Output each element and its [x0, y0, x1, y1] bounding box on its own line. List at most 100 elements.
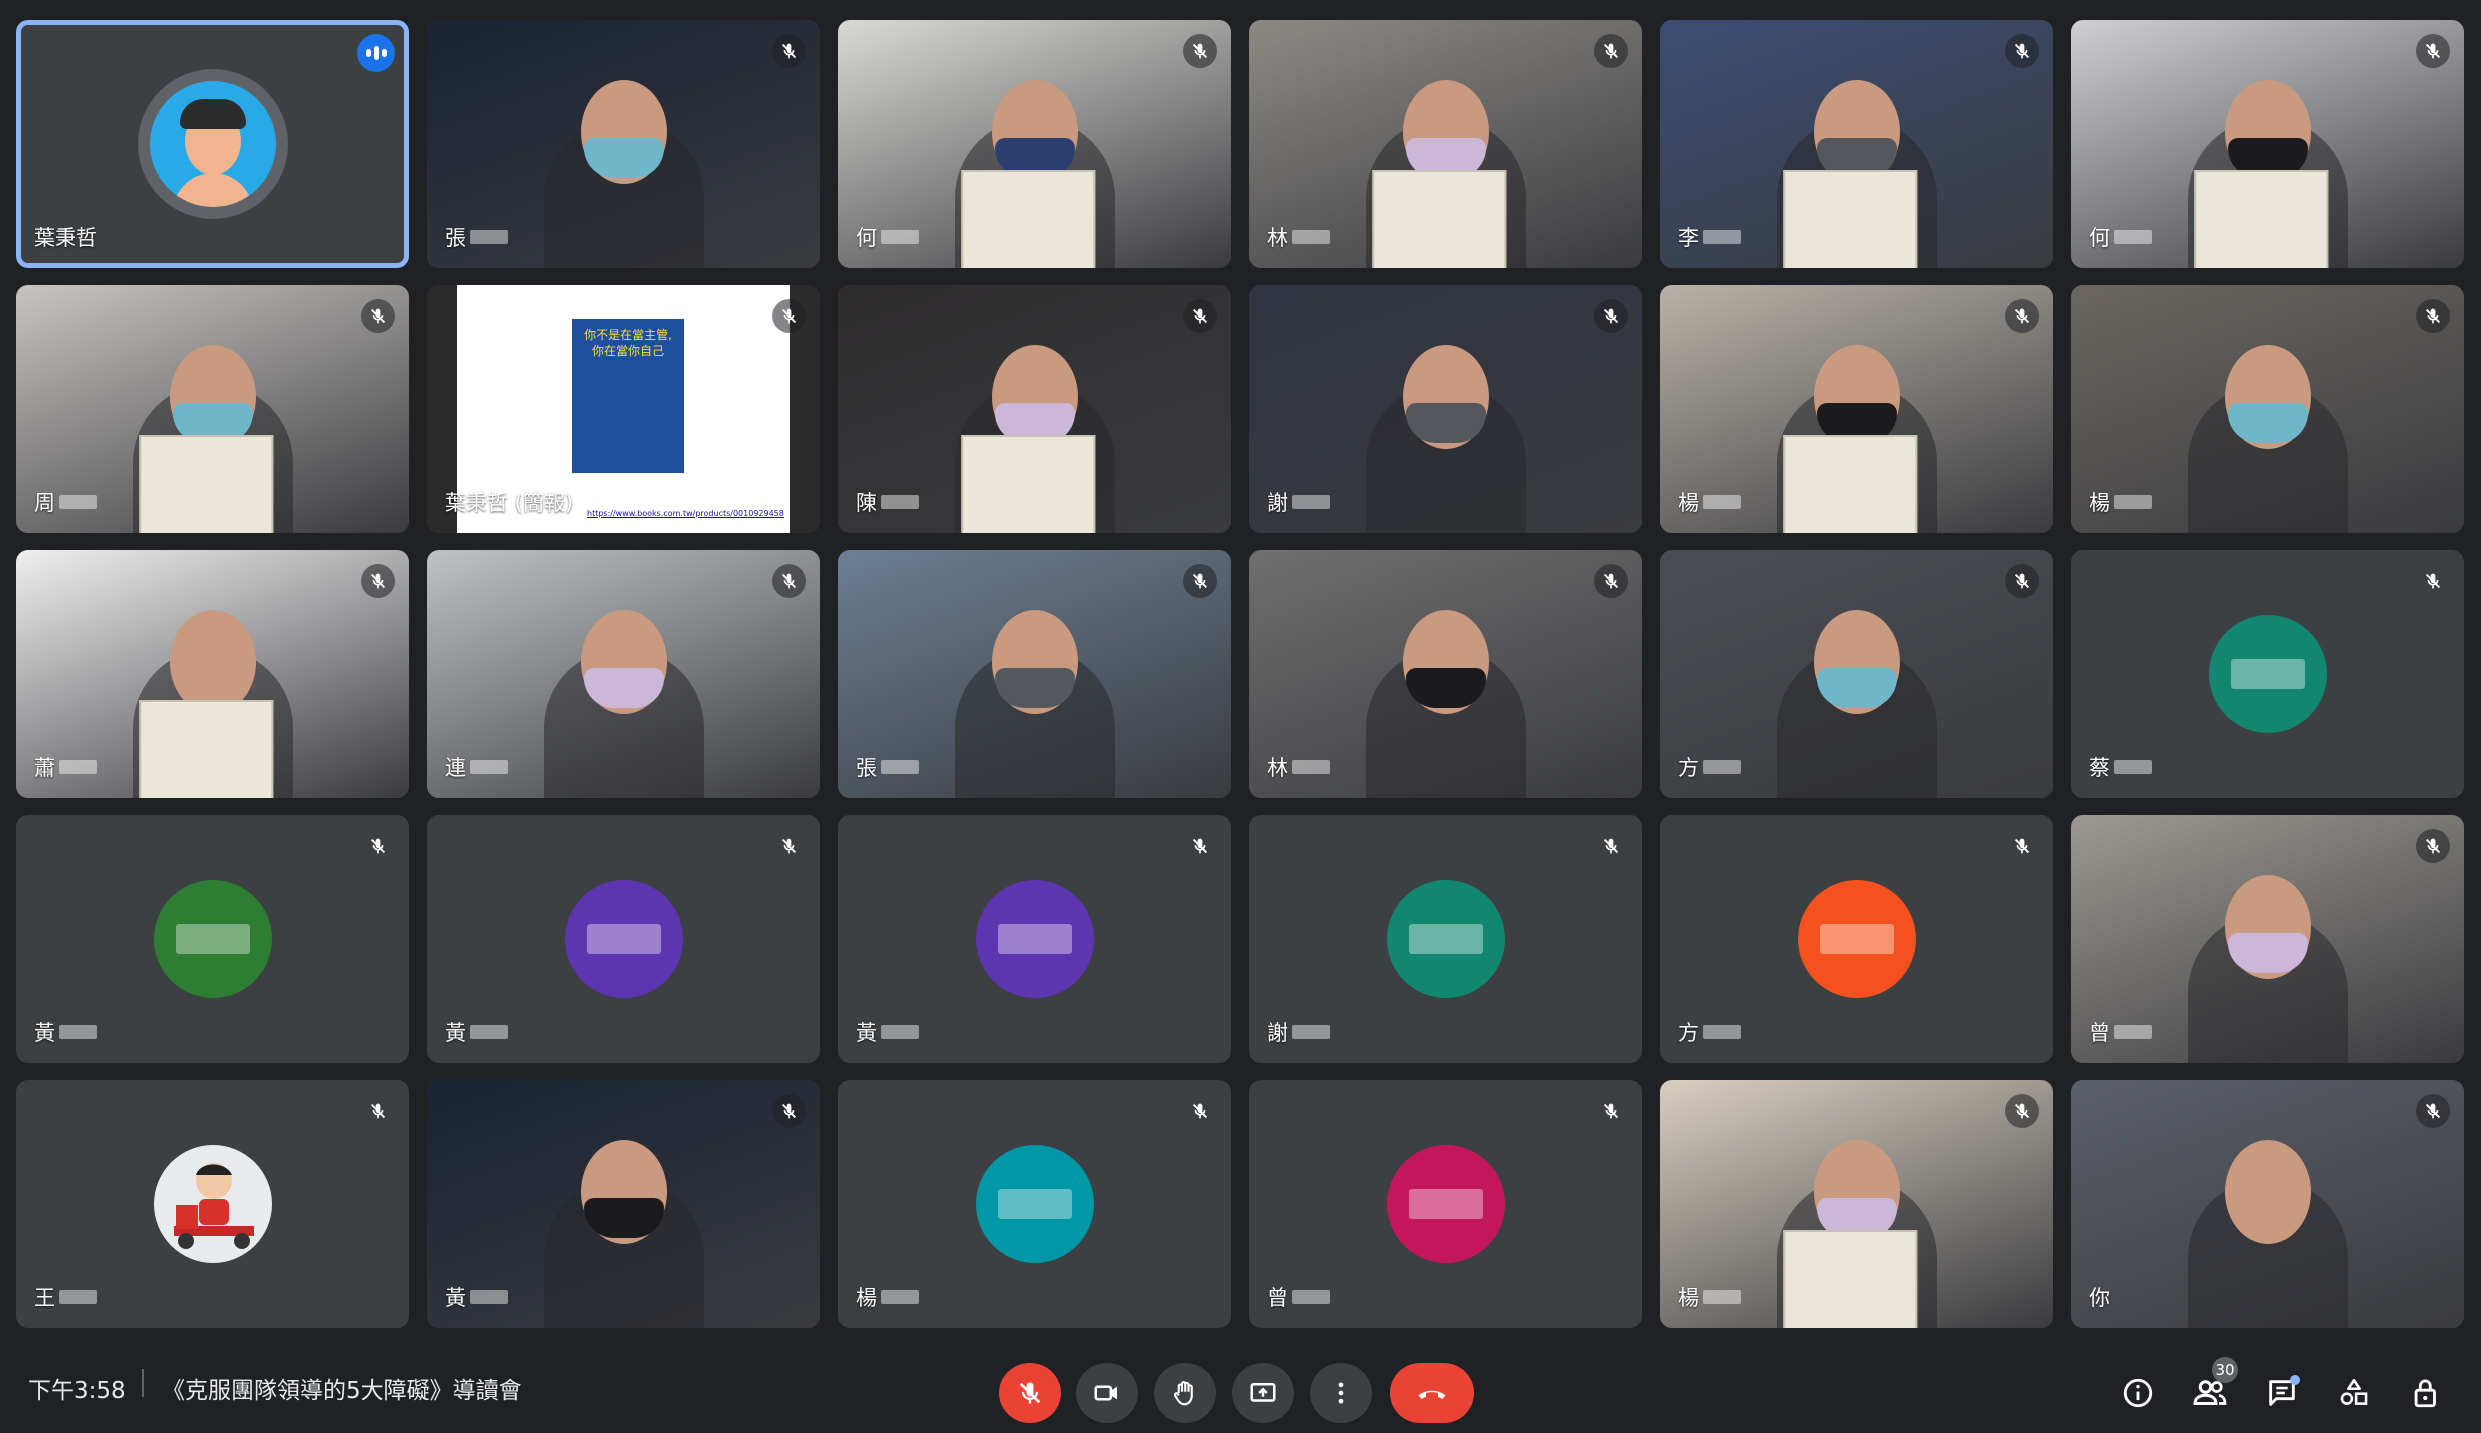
participant-tile[interactable]: 楊	[2071, 285, 2464, 533]
participant-tile[interactable]: 曾	[1249, 1080, 1642, 1328]
participant-count-badge: 30	[2212, 1357, 2238, 1383]
divider	[142, 1369, 144, 1397]
participant-name-text: 葉秉哲	[34, 226, 97, 250]
participant-tile[interactable]: 你	[2071, 1080, 2464, 1328]
mic-muted-icon	[1594, 829, 1628, 863]
book-url[interactable]: https://www.books.com.tw/products/001092…	[587, 509, 784, 518]
blurred-name	[470, 1025, 508, 1039]
participant-tile[interactable]: 何	[838, 20, 1231, 268]
participant-tile[interactable]: 周	[16, 285, 409, 533]
participant-name-text: 曾	[2089, 1021, 2110, 1045]
participant-tile[interactable]: 李	[1660, 20, 2053, 268]
blurred-name	[2114, 230, 2152, 244]
participant-name: 黃	[445, 1282, 508, 1312]
participant-name: 楊	[1678, 1282, 1741, 1312]
avatar	[1386, 1145, 1505, 1263]
book-held	[2193, 170, 2328, 268]
mic-muted-icon	[772, 829, 806, 863]
blurred-name	[59, 760, 97, 774]
participant-tile[interactable]: 方	[1660, 550, 2053, 798]
participant-tile[interactable]: 葉秉哲	[16, 20, 409, 268]
book-held	[138, 700, 273, 798]
participant-name-text: 何	[2089, 226, 2110, 250]
microphone-toggle-button[interactable]	[999, 1363, 1061, 1423]
participant-tile[interactable]: 林	[1249, 20, 1642, 268]
participant-tile[interactable]: 黃	[427, 815, 820, 1063]
more-options-button[interactable]	[1310, 1363, 1372, 1423]
end-call-button[interactable]	[1390, 1363, 1474, 1423]
end-call-icon	[1418, 1390, 1446, 1399]
participant-tile[interactable]: 謝	[1249, 815, 1642, 1063]
mic-muted-icon	[361, 564, 395, 598]
participant-tile[interactable]: 張	[427, 20, 820, 268]
participant-name-text: 楊	[2089, 491, 2110, 515]
raise-hand-button[interactable]	[1154, 1363, 1216, 1423]
blurred-name	[1292, 1290, 1330, 1304]
participant-tile[interactable]: 王	[16, 1080, 409, 1328]
blurred-name	[2114, 495, 2152, 509]
blurred-name	[1703, 495, 1741, 509]
face-mask	[583, 668, 664, 708]
participant-tile[interactable]: 林	[1249, 550, 1642, 798]
participant-face	[2224, 1140, 2311, 1244]
book-held	[138, 435, 273, 533]
participant-name-text: 李	[1678, 226, 1699, 250]
mic-muted-icon	[2416, 829, 2450, 863]
participant-tile[interactable]: 楊	[1660, 285, 2053, 533]
blurred-name	[59, 495, 97, 509]
mic-muted-icon	[1183, 1094, 1217, 1128]
book-held	[1371, 170, 1506, 268]
participant-tile[interactable]: 黃	[16, 815, 409, 1063]
participant-name-text: 謝	[1267, 491, 1288, 515]
face-mask	[1816, 668, 1897, 708]
avatar	[975, 880, 1094, 998]
participant-tile[interactable]: 楊	[1660, 1080, 2053, 1328]
participant-tile[interactable]: 楊	[838, 1080, 1231, 1328]
avatar-initials-blurred	[1408, 1189, 1483, 1219]
activities-button[interactable]	[2328, 1367, 2380, 1419]
participant-name: 蔡	[2089, 752, 2152, 782]
activities-icon	[2340, 1378, 2368, 1405]
lock-person-icon	[2414, 1379, 2436, 1408]
mic-muted-icon	[2416, 299, 2450, 333]
participant-name: 楊	[2089, 487, 2152, 517]
camera-toggle-button[interactable]	[1076, 1363, 1138, 1423]
blurred-name	[881, 760, 919, 774]
avatar	[153, 1145, 272, 1263]
blurred-name	[470, 230, 508, 244]
participant-tile[interactable]: 你不是在當主管, 你在當你自己 https://www.books.com.tw/…	[427, 285, 820, 533]
avatar	[153, 880, 272, 998]
avatar-initials-blurred	[1819, 924, 1894, 954]
meeting-title: 《克服團隊領導的5大障礙》導讀會	[162, 1378, 522, 1404]
participant-tile[interactable]: 張	[838, 550, 1231, 798]
participant-tile[interactable]: 何	[2071, 20, 2464, 268]
host-controls-button[interactable]	[2400, 1367, 2452, 1419]
participant-tile[interactable]: 陳	[838, 285, 1231, 533]
participant-tile[interactable]: 連	[427, 550, 820, 798]
blurred-name	[1292, 230, 1330, 244]
participant-name: 黃	[34, 1017, 97, 1047]
participant-name-text: 楊	[1678, 1286, 1699, 1310]
participant-tile[interactable]: 蕭	[16, 550, 409, 798]
meeting-details-button[interactable]	[2112, 1367, 2164, 1419]
participant-name: 王	[34, 1282, 97, 1312]
participant-tile[interactable]: 曾	[2071, 815, 2464, 1063]
book-held	[960, 170, 1095, 268]
participant-tile[interactable]: 方	[1660, 815, 2053, 1063]
participant-grid: 葉秉哲張何林李何周你不是在當主管, 你在當你自己 https://www.book…	[16, 20, 2464, 1328]
participant-tile[interactable]: 黃	[838, 815, 1231, 1063]
chat-button[interactable]	[2256, 1367, 2308, 1419]
participant-name-text: 黃	[445, 1021, 466, 1045]
mic-muted-icon	[1183, 564, 1217, 598]
blurred-name	[470, 1290, 508, 1304]
present-screen-button[interactable]	[1232, 1363, 1294, 1423]
participant-name-text: 你	[2089, 1286, 2110, 1310]
participant-tile[interactable]: 謝	[1249, 285, 1642, 533]
participants-button[interactable]: 30	[2184, 1357, 2238, 1419]
participant-name-text: 楊	[1678, 491, 1699, 515]
participant-tile[interactable]: 蔡	[2071, 550, 2464, 798]
participant-tile[interactable]: 黃	[427, 1080, 820, 1328]
participant-name-text: 楊	[856, 1286, 877, 1310]
avatar	[2208, 615, 2327, 733]
mic-muted-icon	[1183, 829, 1217, 863]
